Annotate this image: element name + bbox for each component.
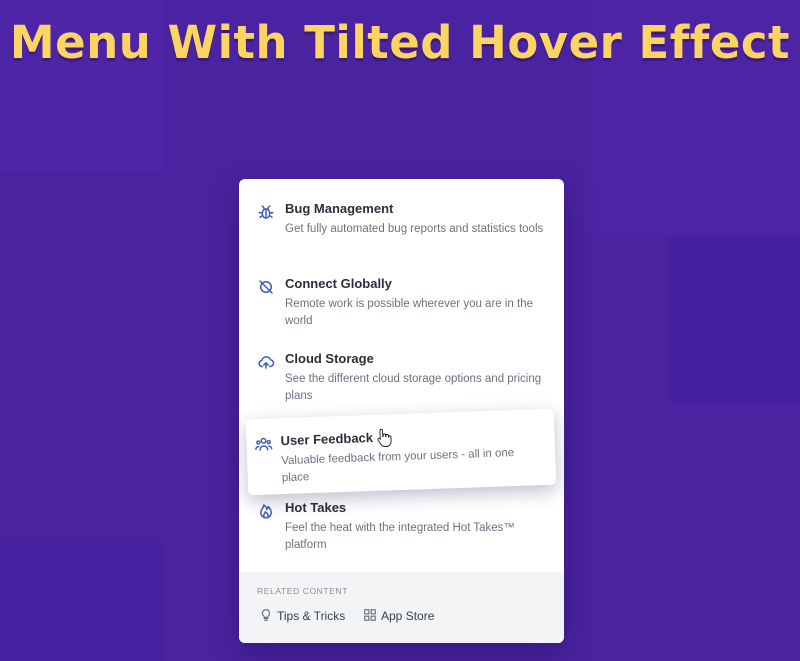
related-content-footer: RELATED CONTENT Tips & Tricks App Store <box>239 572 564 643</box>
menu-item-user-feedback[interactable]: User Feedback Valuable feedback from you… <box>245 408 557 496</box>
menu-item-bug-management[interactable]: Bug Management Get fully automated bug r… <box>239 201 564 271</box>
menu-item-label: Hot Takes <box>285 500 347 515</box>
menu-item-description: Get fully automated bug reports and stat… <box>285 223 544 235</box>
menu-item-label: Cloud Storage <box>285 351 374 366</box>
menu-item-description: Remote work is possible wherever you are… <box>285 298 534 327</box>
page-title: Menu With Tilted Hover Effect <box>9 16 791 69</box>
app-store-link[interactable]: App Store <box>363 608 434 623</box>
hand-cursor-icon <box>376 427 393 448</box>
menu-item-label: Connect Globally <box>285 276 392 291</box>
menu-item-hot-takes[interactable]: Hot Takes Feel the heat with the integra… <box>239 500 564 570</box>
app-store-label: App Store <box>381 609 435 623</box>
background-block <box>0 540 165 661</box>
users-icon <box>254 434 273 458</box>
menu-item-description: See the different cloud storage options … <box>285 373 542 402</box>
grid-icon <box>363 608 377 622</box>
menu-item-connect-globally[interactable]: Connect Globally Remote work is possible… <box>239 276 564 346</box>
tips-and-tricks-label: Tips & Tricks <box>277 609 346 623</box>
background-block <box>670 235 800 405</box>
related-content-heading: RELATED CONTENT <box>257 586 349 596</box>
menu-item-description: Valuable feedback from your users - all … <box>281 447 515 485</box>
cloud-icon <box>257 353 277 373</box>
lightbulb-icon <box>259 608 273 622</box>
tips-and-tricks-link[interactable]: Tips & Tricks <box>259 608 345 623</box>
menu-item-label: User Feedback <box>280 429 374 449</box>
menu-item-description: Feel the heat with the integrated Hot Ta… <box>285 522 515 551</box>
bug-icon <box>257 203 277 223</box>
menu-item-label: Bug Management <box>285 201 394 216</box>
flame-icon <box>257 502 277 522</box>
planet-icon <box>257 278 277 298</box>
